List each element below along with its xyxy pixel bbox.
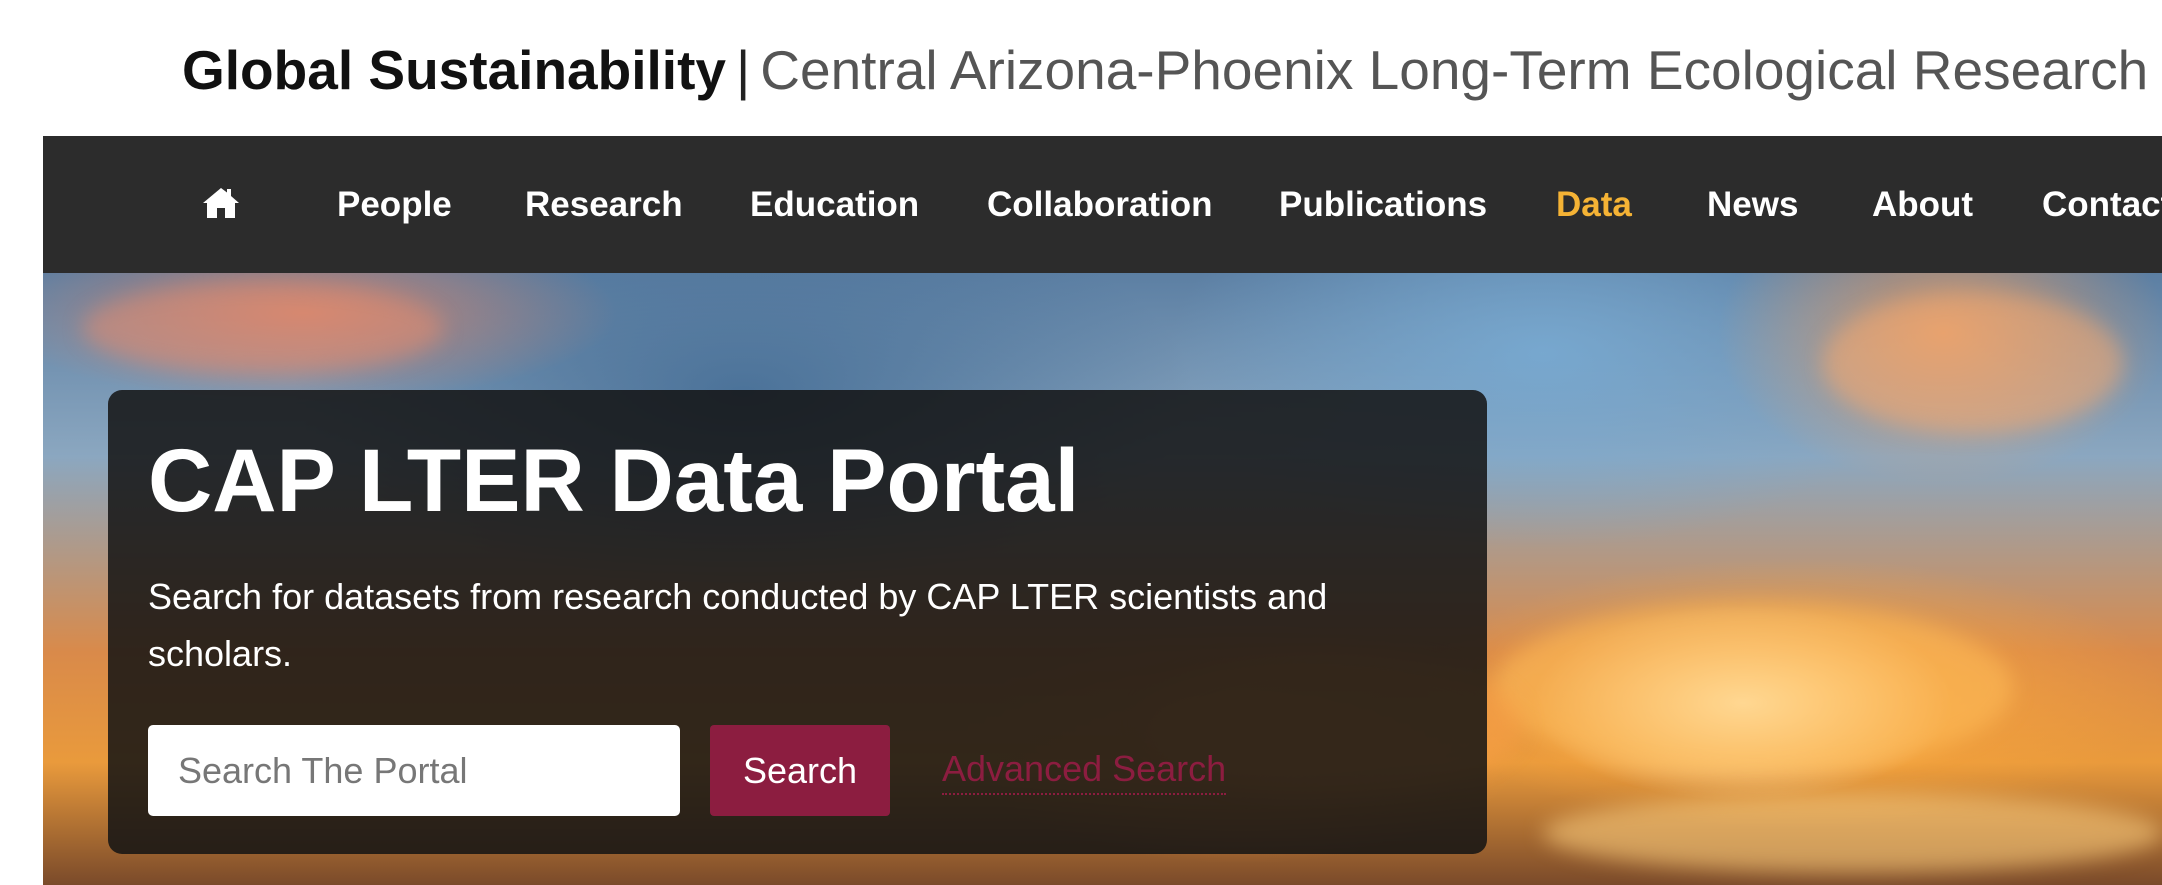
nav-item-education[interactable]: Education xyxy=(750,136,919,273)
search-button[interactable]: Search xyxy=(710,725,890,816)
nav-item-publications[interactable]: Publications xyxy=(1279,136,1487,273)
org-name[interactable]: Global Sustainability xyxy=(182,39,726,101)
search-input[interactable] xyxy=(148,725,680,816)
site-title[interactable]: Global Sustainability | Central Arizona-Ph… xyxy=(182,38,2148,102)
site-name[interactable]: Central Arizona-Phoenix Long-Term Ecolog… xyxy=(760,39,2148,101)
nav-item-research[interactable]: Research xyxy=(525,136,683,273)
nav-item-about[interactable]: About xyxy=(1872,136,1973,273)
site-header: Global Sustainability | Central Arizona-Ph… xyxy=(0,0,2162,136)
nav-item-contact[interactable]: Contact xyxy=(2042,136,2162,273)
nav-item-data[interactable]: Data xyxy=(1556,136,1632,273)
data-portal-card: CAP LTER Data Portal Search for datasets… xyxy=(108,390,1487,854)
hero-cloud xyxy=(1543,793,2162,873)
nav-home[interactable] xyxy=(201,136,241,273)
page-title: CAP LTER Data Portal xyxy=(148,430,1080,530)
nav-item-collaboration[interactable]: Collaboration xyxy=(987,136,1213,273)
main-navigation: People Research Education Collaboration … xyxy=(43,136,2162,273)
home-icon xyxy=(203,188,239,218)
nav-item-people[interactable]: People xyxy=(337,136,452,273)
title-separator: | xyxy=(735,39,751,101)
nav-item-news[interactable]: News xyxy=(1707,136,1798,273)
advanced-search-link[interactable]: Advanced Search xyxy=(942,745,1227,795)
hero-cloud xyxy=(1493,603,2013,773)
hero-cloud xyxy=(83,283,443,373)
portal-description: Search for datasets from research conduc… xyxy=(148,576,1328,674)
hero-cloud xyxy=(1823,293,2123,433)
nav-list: People Research Education Collaboration … xyxy=(43,136,2162,273)
